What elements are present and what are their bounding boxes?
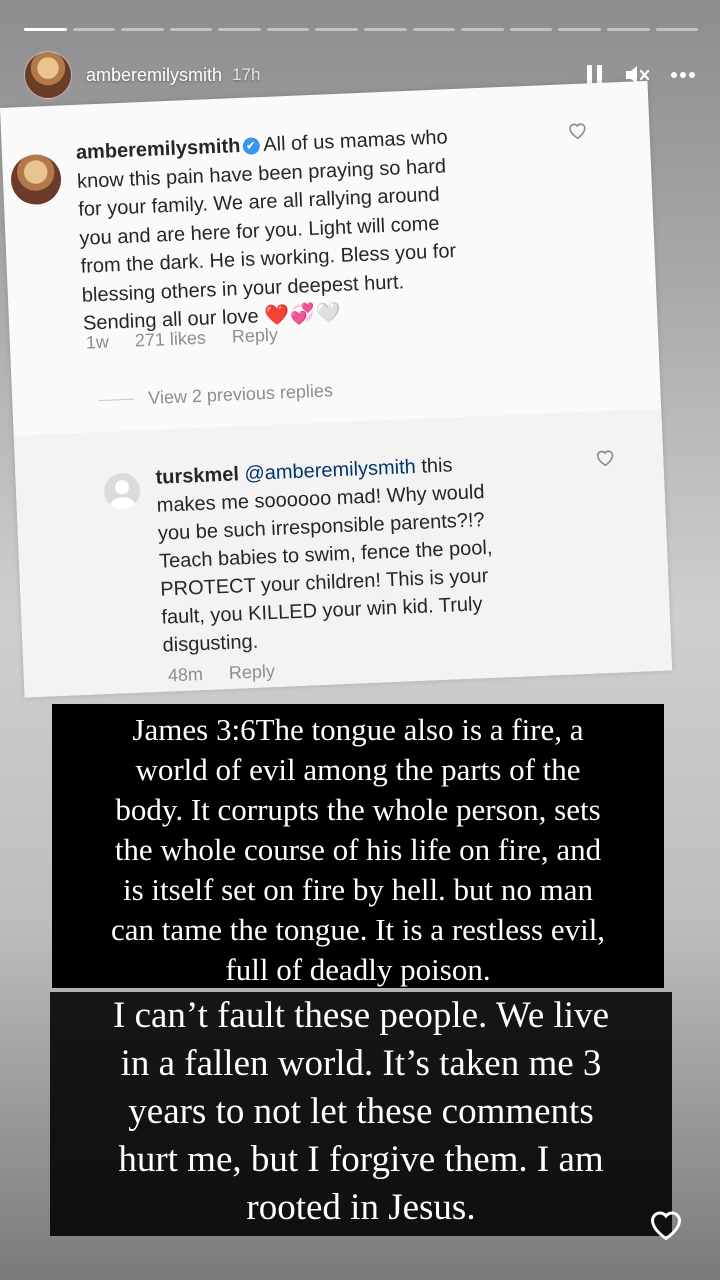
reply-mention: @amberemilysmith [244,455,417,486]
statement-line: in a fallen world. It’s taken me 3 [120,1043,602,1084]
reply-text: turskmel @amberemilysmith this makes me … [155,446,593,660]
progress-segment [364,28,407,31]
comment-screenshot: amberemilysmith ✔ All of us mamas who know… [0,80,673,698]
story-username[interactable]: amberemilysmith [86,65,222,86]
statement-line: I can’t fault these people. We live [113,995,609,1036]
progress-segment [558,28,601,31]
comment-time: 1w [85,331,110,353]
reply-time: 48m [167,664,204,686]
quote-line: world of evil among the parts of the [135,752,581,787]
quote-line: is itself set on fire by hell. but no ma… [122,872,594,907]
comment-reply-link: Reply [231,324,279,347]
statement-text-box: I can’t fault these people. We live in a… [50,992,672,1236]
progress-segment [606,28,650,31]
progress-segment [461,28,504,31]
default-avatar-icon [103,472,141,510]
quote-line: can tame the tongue. It is a restless ev… [110,912,606,947]
comment-like-heart-icon [567,121,588,145]
comment-line: All of us mamas who [262,126,449,156]
quote-line: James 3:6The tongue also is a fire, a [132,712,584,747]
reply-like-heart-icon [595,449,616,473]
progress-segment [24,28,67,31]
story-timestamp: 17h [232,65,261,84]
story-viewer: amberemilysmith 17h amberemilysmith ✔ All … [0,0,720,1280]
story-progress-bar [24,28,699,31]
view-replies-label: View 2 previous replies [147,380,334,409]
profile-avatar[interactable] [24,51,72,99]
reply-line: this [420,454,453,478]
comment-likes: 271 likes [134,327,207,351]
progress-segment [218,28,261,31]
comment-username: amberemilysmith [75,134,241,164]
progress-segment [121,28,164,31]
statement-line: years to not let these comments [128,1091,594,1132]
view-previous-replies: View 2 previous replies [98,380,333,411]
quote-line: the whole course of his life on fire, an… [114,832,602,867]
reply-reply-link: Reply [228,660,276,683]
heart-emoji: ❤️💞🤍 [263,301,343,328]
more-icon[interactable] [670,71,696,79]
reply-comment: turskmel @amberemilysmith this makes me … [13,408,673,698]
progress-segment [169,28,213,31]
progress-segment [266,28,310,31]
reply-meta: 48m Reply [167,661,275,686]
progress-segment [509,28,553,31]
progress-segment [72,28,116,31]
quote-line: full of deadly poison. [225,952,491,987]
statement-line: rooted in Jesus. [246,1187,476,1228]
verified-badge-icon: ✔ [241,137,260,155]
scripture-text-box: James 3:6The tongue also is a fire, a wo… [52,704,664,988]
statement-line: hurt me, but I forgive them. I am [118,1139,604,1180]
progress-segment [315,28,359,31]
divider-line [98,398,135,402]
quote-line: body. It corrupts the whole person, sets [115,792,601,827]
like-heart-icon[interactable] [648,1208,684,1247]
comment-line: blessing others in your deepest hurt. [81,270,405,307]
commenter-avatar [10,153,63,206]
reply-username: turskmel [155,463,240,489]
progress-segment [412,28,456,31]
reply-line: disgusting. [162,630,259,657]
progress-segment [655,28,699,31]
comment-text: amberemilysmith ✔ All of us mamas who know… [75,119,553,338]
